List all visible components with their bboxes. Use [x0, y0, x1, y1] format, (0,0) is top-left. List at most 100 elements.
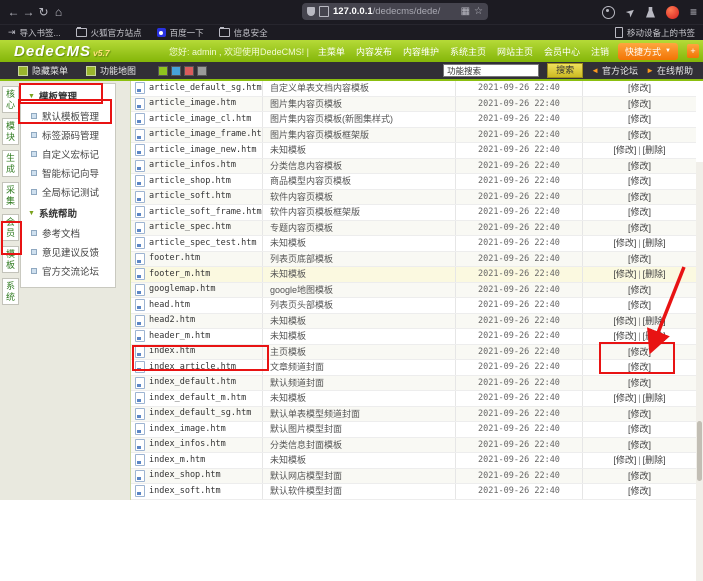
template-filename[interactable]: article_spec.htm	[149, 221, 231, 236]
theme-swatch[interactable]	[197, 66, 207, 76]
menu-item[interactable]: 默认模板管理	[21, 106, 115, 125]
modify-link[interactable]: [修改]	[628, 254, 651, 264]
scrollbar-thumb[interactable]	[697, 421, 702, 481]
menu-item[interactable]: 全局标记测试	[21, 182, 115, 201]
bookmark-item[interactable]: ⇥导入书签...	[8, 27, 61, 39]
modify-link[interactable]: [修改]	[628, 176, 651, 186]
sidebar-tab-2[interactable]: 模块	[2, 118, 19, 145]
function-search-input[interactable]	[443, 64, 539, 77]
sidebar-tab-7[interactable]: 系统	[2, 278, 19, 305]
modify-link[interactable]: [修改]	[628, 83, 651, 93]
template-filename[interactable]: index_article.htm	[149, 360, 236, 375]
template-filename[interactable]: index.htm	[149, 345, 195, 360]
bookmark-item[interactable]: 信息安全	[219, 27, 268, 39]
template-filename[interactable]: footer.htm	[149, 252, 200, 267]
qr-scan-icon[interactable]: ▦	[461, 6, 470, 17]
header-nav-7[interactable]: 注销	[591, 45, 609, 58]
header-nav-5[interactable]: 网站主页	[497, 45, 533, 58]
modify-link[interactable]: [修改]	[628, 347, 651, 357]
menu-item[interactable]: 意见建议反馈	[21, 242, 115, 261]
modify-link[interactable]: [修改]	[628, 192, 651, 202]
template-filename[interactable]: index_shop.htm	[149, 469, 221, 484]
delete-link[interactable]: [删除]	[643, 331, 666, 341]
modify-link[interactable]: [修改]	[613, 238, 636, 248]
modify-link[interactable]: [修改]	[613, 455, 636, 465]
delete-link[interactable]: [删除]	[643, 393, 666, 403]
template-filename[interactable]: index_image.htm	[149, 422, 226, 437]
template-filename[interactable]: index_default.htm	[149, 376, 236, 391]
template-filename[interactable]: googlemap.htm	[149, 283, 216, 298]
delete-link[interactable]: [删除]	[643, 269, 666, 279]
menu-item[interactable]: 官方交流论坛	[21, 261, 115, 280]
modify-link[interactable]: [修改]	[628, 223, 651, 233]
delete-link[interactable]: [删除]	[643, 316, 666, 326]
modify-link[interactable]: [修改]	[628, 99, 651, 109]
delete-link[interactable]: [删除]	[643, 455, 666, 465]
home-icon[interactable]: ⌂	[51, 5, 66, 19]
header-nav-2[interactable]: 内容发布	[356, 45, 392, 58]
menu-icon[interactable]: ≡	[690, 5, 697, 19]
theme-swatch[interactable]	[184, 66, 194, 76]
back-icon[interactable]: ←	[6, 5, 21, 19]
url-bar[interactable]: 127.0.0.1/dedecms/dede/ ▦ ☆	[302, 3, 488, 20]
menu-item[interactable]: 智能标记向导	[21, 163, 115, 182]
page-scrollbar[interactable]	[696, 162, 703, 581]
theme-swatch[interactable]	[158, 66, 168, 76]
template-filename[interactable]: index_default_m.htm	[149, 391, 246, 406]
header-nav-1[interactable]: 主菜单	[318, 45, 345, 58]
search-button[interactable]: 搜索	[547, 63, 583, 78]
template-filename[interactable]: head2.htm	[149, 314, 195, 329]
template-filename[interactable]: head.htm	[149, 298, 190, 313]
extension-icon[interactable]	[646, 7, 655, 18]
delete-link[interactable]: [删除]	[643, 145, 666, 155]
template-filename[interactable]: index_soft.htm	[149, 484, 221, 499]
official-forum-link[interactable]: ◄ 官方论坛	[591, 64, 638, 77]
modify-link[interactable]: [修改]	[613, 145, 636, 155]
modify-link[interactable]: [修改]	[628, 114, 651, 124]
modify-link[interactable]: [修改]	[613, 269, 636, 279]
modify-link[interactable]: [修改]	[628, 471, 651, 481]
modify-link[interactable]: [修改]	[628, 130, 651, 140]
bookmark-item[interactable]: 百度一下	[157, 27, 204, 39]
shield-icon[interactable]	[307, 7, 315, 16]
profile-avatar[interactable]	[666, 6, 679, 19]
modify-link[interactable]: [修改]	[628, 378, 651, 388]
modify-link[interactable]: [修改]	[628, 207, 651, 217]
modify-link[interactable]: [修改]	[628, 362, 651, 372]
modify-link[interactable]: [修改]	[628, 161, 651, 171]
template-filename[interactable]: article_default_sg.htm	[149, 81, 262, 96]
online-help-link[interactable]: ► 在线帮助	[646, 64, 693, 77]
template-filename[interactable]: index_infos.htm	[149, 438, 226, 453]
template-filename[interactable]: index_default_sg.htm	[149, 407, 251, 422]
template-filename[interactable]: article_spec_test.htm	[149, 236, 256, 251]
bookmark-item[interactable]: 火狐官方站点	[76, 27, 142, 39]
bookmark-star-icon[interactable]: ☆	[474, 6, 483, 17]
sidebar-tab-4[interactable]: 采集	[2, 182, 19, 209]
menu-item[interactable]: 标签源码管理	[21, 125, 115, 144]
template-filename[interactable]: article_shop.htm	[149, 174, 231, 189]
template-filename[interactable]: article_soft_frame.htm	[149, 205, 262, 220]
sidebar-tab-1[interactable]: 核心	[2, 86, 19, 113]
template-filename[interactable]: footer_m.htm	[149, 267, 210, 282]
theme-swatch[interactable]	[171, 66, 181, 76]
sidebar-tab-5[interactable]: 会员	[2, 214, 19, 241]
modify-link[interactable]: [修改]	[628, 300, 651, 310]
template-filename[interactable]: index_m.htm	[149, 453, 205, 468]
page-info-icon[interactable]	[319, 6, 329, 17]
menu-item[interactable]: 自定义宏标记	[21, 144, 115, 163]
template-filename[interactable]: article_image_cl.htm	[149, 112, 251, 127]
header-nav-4[interactable]: 系统主页	[450, 45, 486, 58]
modify-link[interactable]: [修改]	[628, 424, 651, 434]
header-nav-6[interactable]: 会员中心	[544, 45, 580, 58]
modify-link[interactable]: [修改]	[628, 440, 651, 450]
sidebar-tab-6[interactable]: 模板	[2, 246, 19, 273]
account-icon[interactable]	[602, 6, 615, 19]
sidebar-tab-3[interactable]: 生成	[2, 150, 19, 177]
template-filename[interactable]: article_image_new.htm	[149, 143, 256, 158]
header-nav-3[interactable]: 内容维护	[403, 45, 439, 58]
menu-section-header[interactable]: ▼系统帮助	[21, 201, 115, 223]
function-map-button[interactable]: 功能地图	[86, 64, 136, 77]
reload-icon[interactable]: ↻	[36, 5, 51, 19]
template-filename[interactable]: article_image_frame.htm	[149, 128, 263, 143]
modify-link[interactable]: [修改]	[628, 409, 651, 419]
